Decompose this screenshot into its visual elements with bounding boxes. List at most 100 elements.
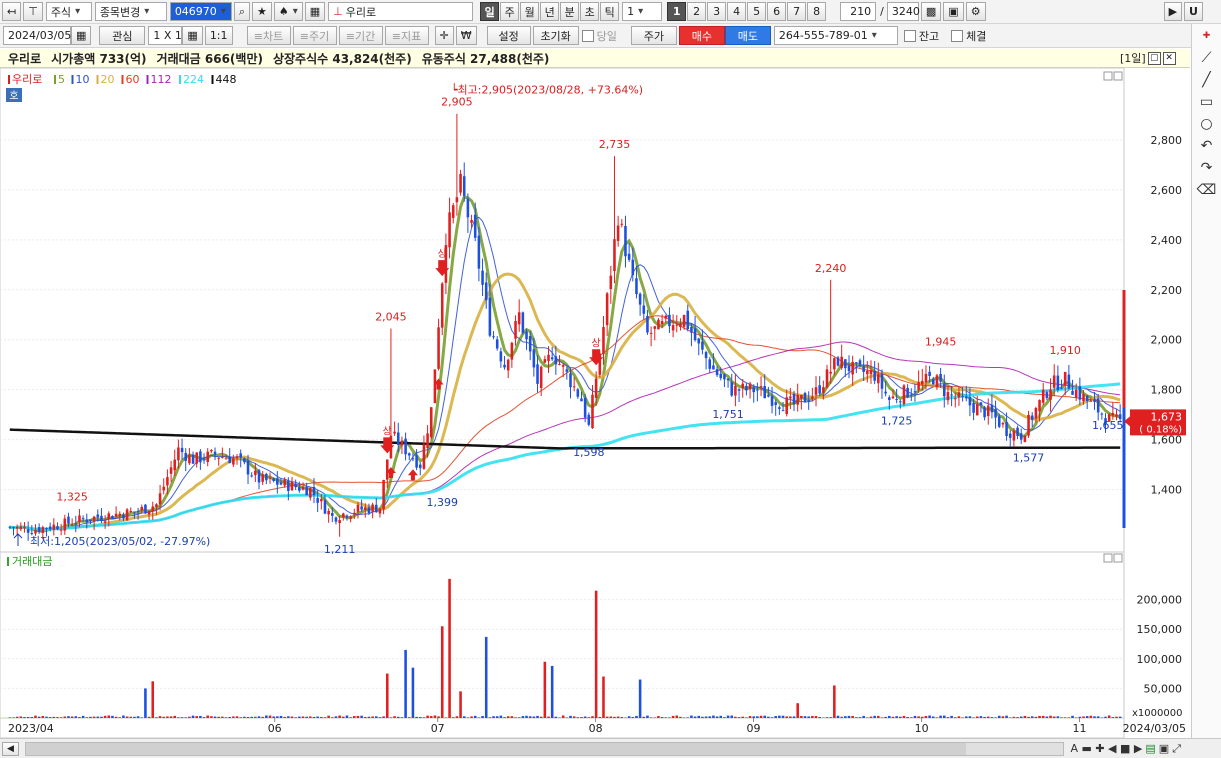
price-extreme-label: 2,735 — [599, 138, 631, 151]
interval-select[interactable]: 1 — [622, 2, 663, 21]
rectangle-tool-icon[interactable]: ▭ — [1196, 92, 1218, 112]
reset-button[interactable]: 초기화 — [532, 26, 579, 45]
volume-bar — [353, 716, 356, 718]
indicator-menu-button[interactable]: ≡지표 — [384, 26, 429, 45]
grid-icon[interactable]: ▦ — [304, 2, 326, 21]
volume-tick-label: 50,000 — [1144, 682, 1183, 695]
slot-button-3[interactable]: 4 — [727, 2, 747, 21]
volume-bar — [221, 716, 224, 718]
volume-bar — [917, 716, 920, 718]
settings-grid-icon[interactable]: ▩ — [920, 2, 942, 21]
volume-bar — [719, 715, 723, 718]
redo-icon[interactable]: ↷ — [1196, 158, 1218, 178]
date-input[interactable]: 2024/03/05 — [3, 26, 71, 45]
candle-body — [638, 293, 642, 305]
candle-body — [342, 513, 345, 518]
price-tick-label: 2,600 — [1151, 184, 1183, 197]
balance-checkbox[interactable] — [903, 29, 916, 42]
candle-body — [609, 275, 613, 289]
period-button-5[interactable]: 초 — [580, 2, 600, 21]
scroll-left-icon[interactable]: ◀ — [2, 741, 19, 756]
candle-body — [1074, 389, 1078, 398]
candle-body — [521, 312, 525, 333]
save-chart-icon[interactable]: ▣ — [1159, 742, 1169, 755]
volume-bar — [1038, 715, 1041, 718]
close-icon[interactable]: ✕ — [1162, 51, 1176, 65]
period-button-0[interactable]: 일 — [480, 2, 500, 21]
filled-checkbox[interactable] — [951, 29, 964, 42]
period-button-3[interactable]: 년 — [540, 2, 560, 21]
eraser-icon[interactable]: ⌫ — [1196, 180, 1218, 200]
line-tool-icon[interactable]: ⟋ — [1196, 48, 1218, 68]
chart-menu-button[interactable]: ≡차트 — [246, 26, 291, 45]
circle-tool-icon[interactable]: ○ — [1196, 114, 1218, 134]
stock-chart[interactable]: 1,400 1,600 1,800 2,000 2,200 2,400 2,600 2,800… — [0, 68, 1190, 738]
account-select[interactable]: 264-555-789-01 — [773, 26, 898, 45]
spade-icon[interactable]: ♠ — [273, 2, 303, 21]
candle-body — [906, 387, 909, 398]
period-button-2[interactable]: 월 — [520, 2, 540, 21]
sell-button[interactable]: 매도 — [724, 26, 771, 45]
top-icon[interactable]: ⊤ — [23, 2, 43, 21]
stock-code-input[interactable]: 046970 — [169, 2, 232, 21]
volume-bar — [657, 716, 660, 718]
slot-button-1[interactable]: 2 — [687, 2, 707, 21]
horizontal-scrollbar[interactable] — [24, 741, 1065, 756]
candle-body — [734, 385, 737, 396]
today-checkbox[interactable] — [581, 29, 594, 42]
x-axis-label: 07 — [431, 722, 445, 735]
cycle-menu-button[interactable]: ≡주기 — [292, 26, 337, 45]
star-icon[interactable]: ★ — [251, 2, 272, 21]
layout-select[interactable]: 1 X 1 — [148, 26, 183, 45]
slot-button-2[interactable]: 3 — [707, 2, 727, 21]
slot-button-0[interactable]: 1 — [667, 2, 687, 21]
slot-button-4[interactable]: 5 — [747, 2, 767, 21]
volume-bar — [114, 716, 118, 718]
calendar-icon[interactable]: ▦ — [71, 26, 92, 45]
interest-button[interactable]: 관심 — [99, 26, 146, 45]
save-icon[interactable]: ▣ — [943, 2, 964, 21]
legend-swatch — [96, 75, 99, 84]
pin-icon[interactable]: ↤ — [2, 2, 22, 21]
slot-button-5[interactable]: 6 — [767, 2, 787, 21]
next-icon[interactable]: ▶ — [1163, 2, 1183, 21]
price-button[interactable]: 주가 — [630, 26, 677, 45]
change-stock-select[interactable]: 종목변경 — [94, 2, 167, 21]
zoom-controls[interactable]: A ▬ ✚ ◀ ■ ▶ ▤ ▣ ⤢ — [1070, 742, 1221, 756]
undo-icon[interactable]: ↶ — [1196, 136, 1218, 156]
stock-name-field[interactable]: ⊥ 우리로 — [328, 2, 474, 21]
tool-icon[interactable]: ✚ — [1196, 26, 1218, 46]
scrollbar-thumb[interactable] — [25, 742, 966, 755]
price-tick-label: 1,400 — [1151, 484, 1183, 497]
volume-bar — [847, 715, 851, 718]
fullscreen-icon[interactable]: ⤢ — [1172, 742, 1181, 756]
candle-body — [162, 486, 166, 491]
period-button-4[interactable]: 분 — [560, 2, 580, 21]
diagonal-tool-icon[interactable]: ╱ — [1196, 70, 1218, 90]
ratio-button[interactable]: 1:1 — [204, 26, 233, 45]
u-button[interactable]: U — [1184, 2, 1203, 21]
slot-button-6[interactable]: 7 — [787, 2, 807, 21]
volume-bar — [928, 715, 931, 718]
market-select[interactable]: 주식 — [45, 2, 92, 21]
volume-bar — [686, 717, 690, 718]
crosshair-icon[interactable]: ✛ — [434, 26, 454, 45]
settings-button[interactable]: 설정 — [486, 26, 531, 45]
volume-bar — [199, 715, 202, 718]
excel-icon[interactable]: ▤ — [1145, 742, 1155, 755]
candle-body — [81, 518, 85, 520]
layout-grid-icon[interactable]: ▦ — [182, 26, 203, 45]
gear-icon[interactable]: ⚙ — [965, 2, 986, 21]
search-icon[interactable]: ⌕ — [233, 2, 250, 21]
volume-bar — [506, 716, 510, 718]
buy-button[interactable]: 매수 — [678, 26, 725, 45]
term-menu-button[interactable]: ≡기간 — [338, 26, 383, 45]
won-icon[interactable]: ₩ — [455, 26, 477, 45]
candle-body — [913, 391, 917, 393]
period-button-1[interactable]: 주 — [500, 2, 520, 21]
slot-button-7[interactable]: 8 — [807, 2, 827, 21]
volume-bar — [550, 665, 554, 718]
period-button-6[interactable]: 틱 — [600, 2, 620, 21]
count-input[interactable]: 210 — [840, 2, 877, 21]
restore-icon[interactable]: ▢ — [1147, 51, 1161, 65]
